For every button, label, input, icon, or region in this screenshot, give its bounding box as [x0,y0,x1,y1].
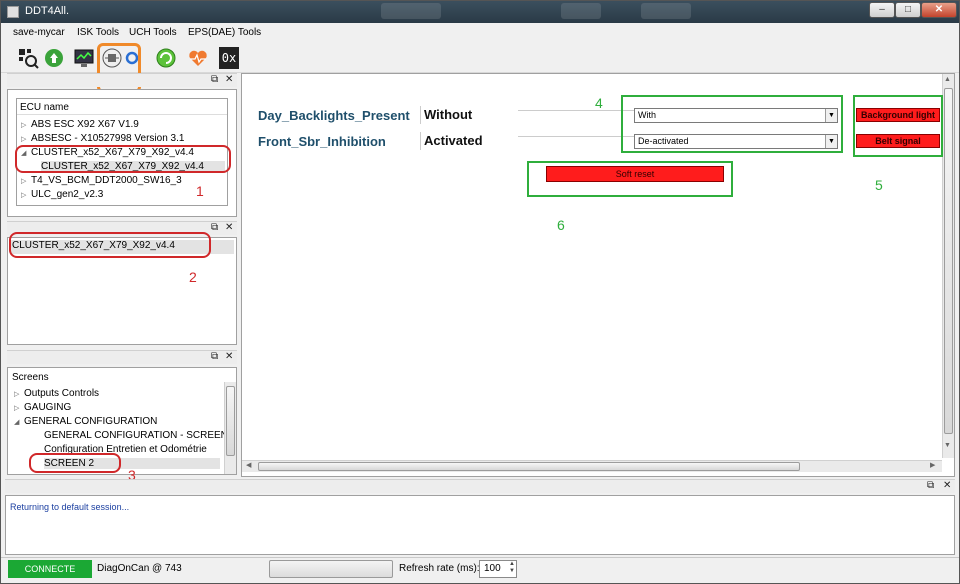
annotation-number-1: 1 [196,183,204,199]
app-window: DDT4All. – □ ✕ save-mycar ISK Tools UCH … [0,0,960,584]
app-icon [7,6,19,18]
separator [420,132,421,150]
screens-panel-header: ⧉ ✕ [7,350,237,364]
param-label: Front_Sbr_Inhibition [258,134,386,149]
screens-scrollbar[interactable] [224,382,236,474]
annotation-ring-6 [527,161,733,197]
titlebar-decoration [641,3,691,19]
float-icon[interactable]: ⧉ [211,74,218,85]
float-icon[interactable]: ⧉ [211,351,218,362]
expand-arrow-icon[interactable]: ▷ [14,390,24,398]
recycle-icon[interactable] [43,47,65,69]
monitor-icon[interactable] [73,47,95,69]
annotation-ring-5 [853,95,943,157]
ecu-tree-header: ECU name [17,99,227,115]
ecu-panel-header: ⧉ ✕ [7,73,237,87]
main-vertical-scrollbar[interactable]: ▲ ▼ [942,74,954,458]
screen-item[interactable]: ▷ GAUGING [14,402,71,413]
close-icon[interactable]: ✕ [943,480,951,491]
scroll-thumb[interactable] [944,88,953,434]
minimize-button[interactable]: – [869,2,895,18]
screen-item[interactable]: ◢ GENERAL CONFIGURATION [14,416,157,427]
expand-arrow-icon[interactable]: ▷ [21,121,31,129]
refresh-rate-label: Refresh rate (ms): [399,563,480,574]
annotation-ring-3 [29,453,121,473]
annotation-number-6: 6 [557,217,565,233]
scroll-thumb[interactable] [258,462,800,471]
annotation-ring-1 [15,145,231,173]
main-horizontal-scrollbar[interactable]: ◀ ▶ [242,460,942,472]
close-button[interactable]: ✕ [921,2,957,18]
log-message: Returning to default session... [10,502,130,512]
main-screen-area: Day_Backlights_Present Without With ▼ Ba… [241,73,955,477]
log-panel-header: ⧉ ✕ [5,479,955,493]
collapse-arrow-icon[interactable]: ◢ [14,418,24,426]
screen-item[interactable]: GENERAL CONFIGURATION - SCREEN 1 [44,430,236,441]
ecu-item[interactable]: ▷ ULC_gen2_v2.3 [21,189,103,200]
menu-save-mycar[interactable]: save-mycar [13,27,65,38]
scroll-thumb[interactable] [226,386,235,456]
close-icon[interactable]: ✕ [225,351,233,362]
scroll-right-icon[interactable]: ▶ [930,461,935,469]
hex-icon[interactable]: 0x [219,47,239,69]
annotation-ring-2 [9,232,211,258]
scroll-left-icon[interactable]: ◀ [246,461,251,469]
expand-arrow-icon[interactable]: ▷ [21,191,31,199]
progress-bar [269,560,393,578]
menu-isk-tools[interactable]: ISK Tools [77,27,119,38]
ecu-item[interactable]: ▷ ABS ESC X92 X67 V1.9 [21,119,139,130]
param-value: Activated [424,133,483,148]
float-icon[interactable]: ⧉ [211,222,218,233]
annotation-number-5: 5 [875,177,883,193]
titlebar-decoration [381,3,441,19]
menu-uch-tools[interactable]: UCH Tools [129,27,177,38]
refresh-rate-spinbox[interactable]: 100 ▲ ▼ [479,560,517,578]
param-value: Without [424,107,473,122]
expand-arrow-icon[interactable]: ▷ [21,177,31,185]
close-icon[interactable]: ✕ [225,74,233,85]
expand-arrow-icon[interactable]: ▷ [14,404,24,412]
column-header: ECU name [20,102,69,113]
param-label: Day_Backlights_Present [258,108,410,123]
annotation-number-4: 4 [595,95,603,111]
refresh-icon[interactable] [155,47,177,69]
menu-bar: save-mycar ISK Tools UCH Tools EPS(DAE) … [1,23,959,41]
close-icon[interactable]: ✕ [225,222,233,233]
screens-header: Screens [12,372,49,383]
status-bar: CONNECTE DiagOnCan @ 743 Refresh rate (m… [1,557,959,583]
screen-item[interactable]: ▷ Outputs Controls [14,388,99,399]
menu-eps-tools[interactable]: EPS(DAE) Tools [188,27,261,38]
titlebar-decoration [561,3,601,19]
connection-status: CONNECTE [8,560,92,578]
float-icon[interactable]: ⧉ [927,480,934,491]
separator [518,110,636,111]
diag-info: DiagOnCan @ 743 [97,563,182,574]
ecu-item[interactable]: ▷ ABSESC - X10527998 Version 3.1 [21,133,184,144]
annotation-number-2: 2 [189,269,197,285]
maximize-button[interactable]: □ [895,2,921,18]
window-title: DDT4All. [25,5,70,17]
annotation-ring-4 [621,95,843,153]
scroll-up-icon[interactable]: ▲ [944,76,951,83]
log-panel: Returning to default session... [5,495,955,555]
separator [420,106,421,124]
ecu-item[interactable]: ▷ T4_VS_BCM_DDT2000_SW16_3 [21,175,182,186]
spin-arrows-icon[interactable]: ▲ ▼ [509,561,515,575]
scroll-down-icon[interactable]: ▼ [944,442,951,449]
separator [518,136,636,137]
scan-qr-icon[interactable] [17,47,39,69]
expand-arrow-icon[interactable]: ▷ [21,135,31,143]
heart-monitor-icon[interactable] [187,47,209,69]
toolbar: 0x [1,41,959,73]
title-bar: DDT4All. – □ ✕ [1,1,959,23]
